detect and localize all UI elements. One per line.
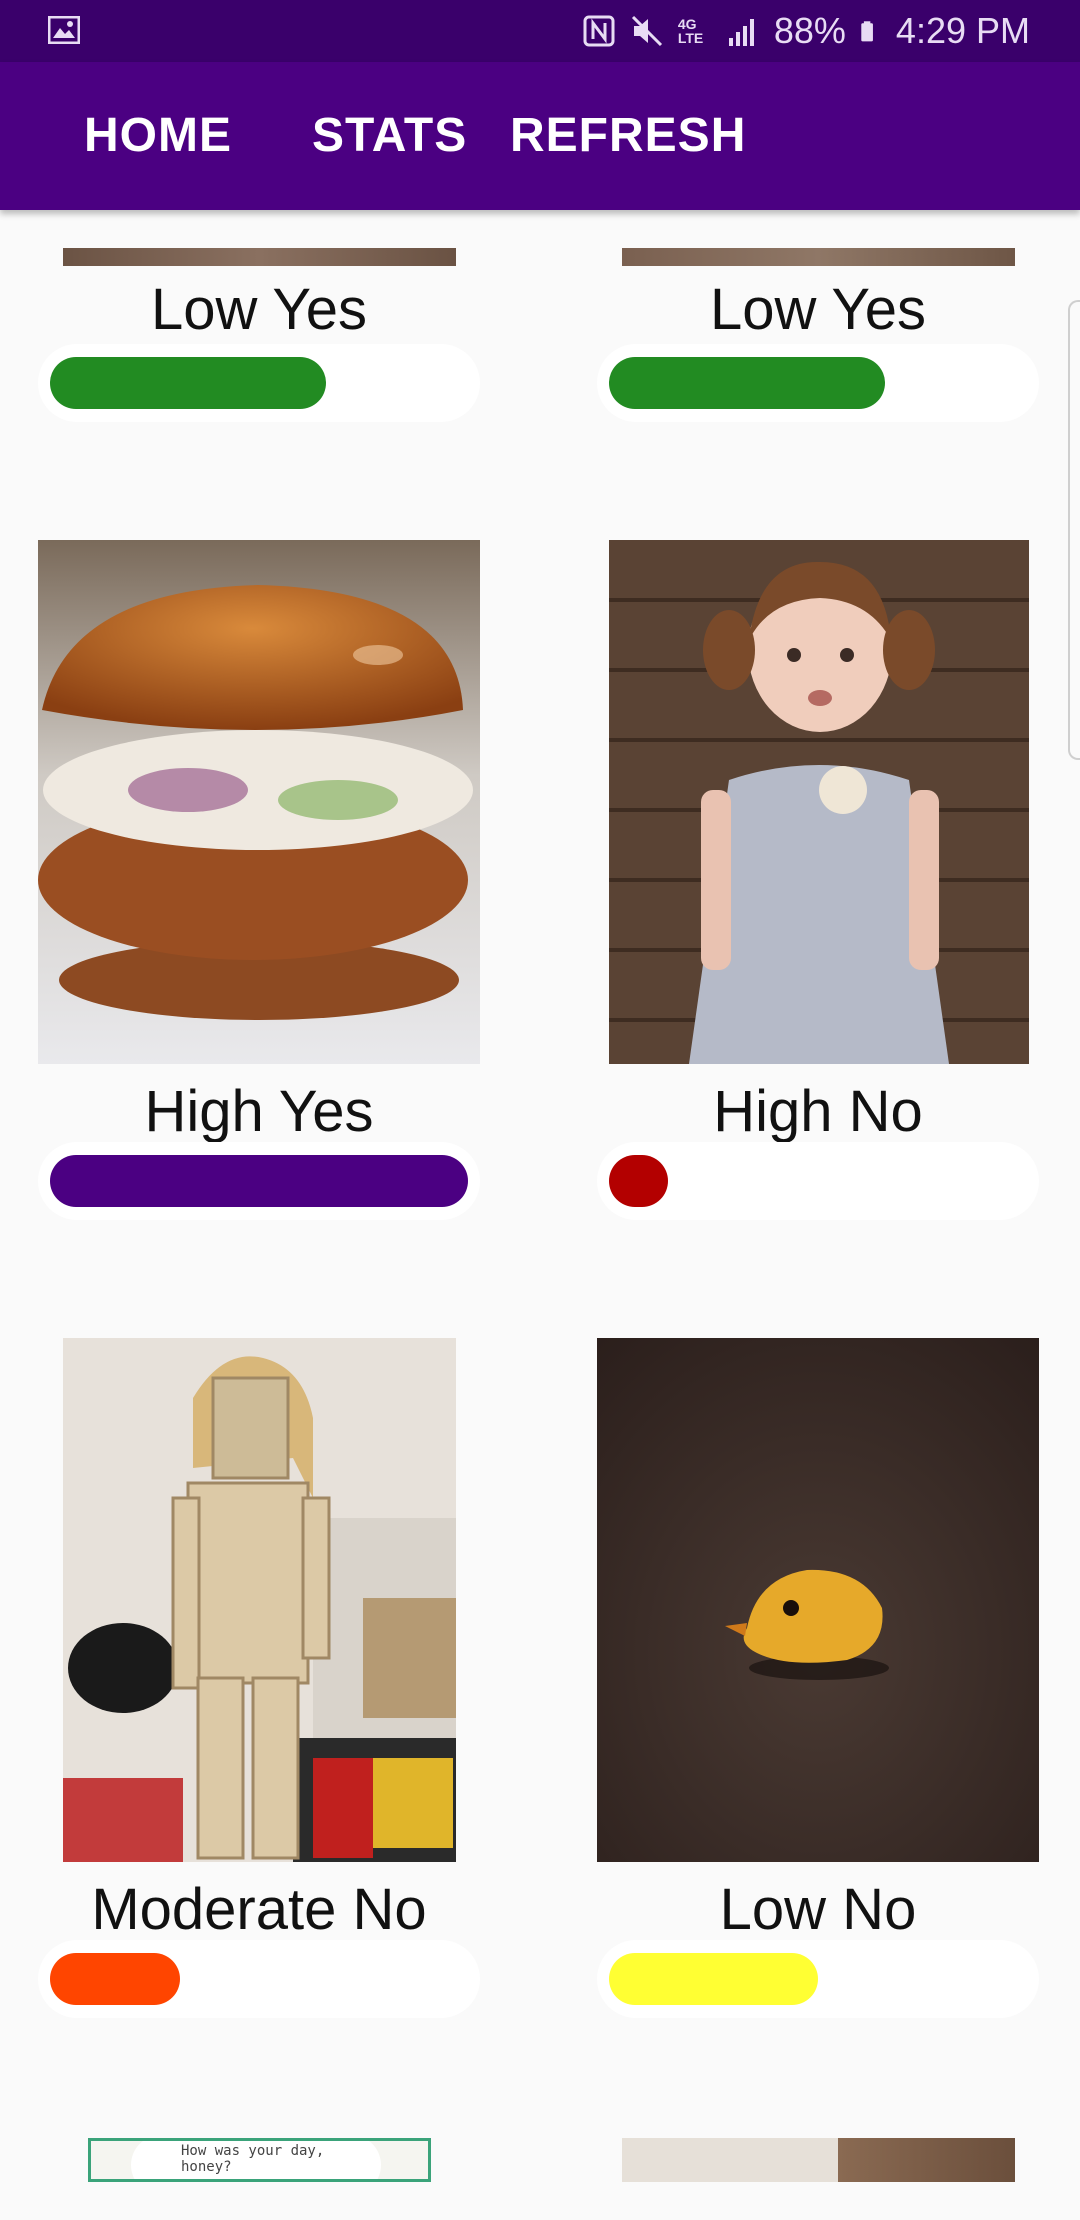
result-photo xyxy=(622,248,1015,266)
chicken-sandwich-photo xyxy=(38,540,480,1064)
nfc-icon xyxy=(583,15,615,47)
result-label: Moderate No xyxy=(91,1877,427,1942)
cracker-costume-photo xyxy=(63,1338,456,1862)
toddler-girl-photo xyxy=(609,540,1029,1064)
confidence-bar xyxy=(597,1142,1039,1220)
confidence-fill xyxy=(50,357,326,409)
result-label: High Yes xyxy=(144,1079,374,1144)
confidence-bar xyxy=(38,344,480,422)
result-card[interactable]: Low Yes xyxy=(597,248,1039,423)
result-photo xyxy=(63,248,456,266)
result-label: High No xyxy=(713,1079,923,1144)
result-card[interactable]: Low Yes xyxy=(38,248,480,423)
network-type-icon: 4G LTE xyxy=(677,16,704,46)
confidence-fill xyxy=(609,1953,818,2005)
confidence-fill xyxy=(609,1155,668,1207)
result-card[interactable]: Moderate No xyxy=(38,1338,480,2018)
room-photo[interactable] xyxy=(622,2138,1015,2182)
clock: 4:29 PM xyxy=(895,10,1030,51)
battery-percent: 88% xyxy=(773,10,846,51)
result-label: Low Yes xyxy=(150,277,368,342)
result-label: Low Yes xyxy=(709,277,927,342)
confidence-bar xyxy=(597,344,1039,422)
confidence-fill xyxy=(50,1953,180,2005)
scrollbar[interactable] xyxy=(1068,300,1080,760)
comic-photo[interactable]: How was your day, honey? xyxy=(88,2138,431,2182)
yellow-bird-photo xyxy=(597,1338,1039,1862)
result-label: Low No xyxy=(719,1877,917,1942)
result-card[interactable]: Low No xyxy=(597,1338,1039,2018)
confidence-bar xyxy=(38,1940,480,2018)
home-button[interactable]: HOME xyxy=(84,62,232,210)
result-card[interactable]: High Yes xyxy=(38,540,480,1220)
image-notification-icon xyxy=(48,16,80,44)
confidence-bar xyxy=(38,1142,480,1220)
battery-icon xyxy=(861,21,873,42)
mute-icon xyxy=(631,15,662,47)
confidence-fill xyxy=(609,357,885,409)
app-bar: HOME STATS REFRESH xyxy=(0,62,1080,210)
comic-text: How was your day, honey? xyxy=(181,2143,325,2175)
result-card[interactable]: High No xyxy=(597,540,1039,1220)
refresh-button[interactable]: REFRESH xyxy=(510,62,746,210)
signal-icon xyxy=(728,19,754,46)
stats-button[interactable]: STATS xyxy=(312,62,467,210)
confidence-fill xyxy=(50,1155,468,1207)
status-bar: 4G LTE 88% 4:29 PM xyxy=(0,0,1080,62)
confidence-bar xyxy=(597,1940,1039,2018)
